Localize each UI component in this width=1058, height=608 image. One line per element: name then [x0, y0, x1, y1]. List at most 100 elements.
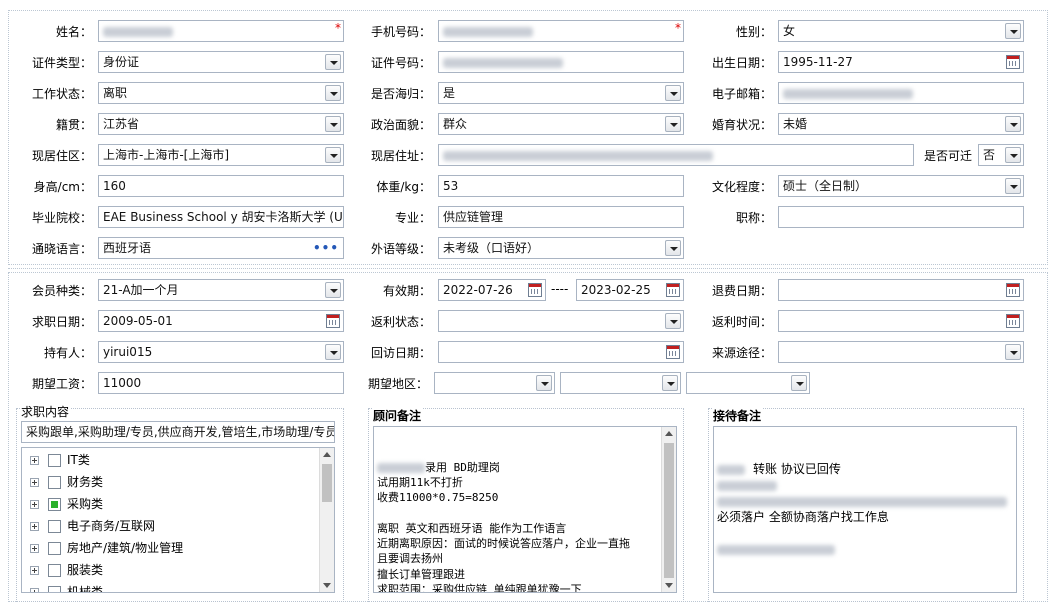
- chevron-down-icon[interactable]: [325, 147, 341, 163]
- checkbox[interactable]: [48, 520, 61, 533]
- work-status-select[interactable]: 离职: [98, 82, 344, 104]
- migratable-label: 是否可迁: [924, 149, 973, 163]
- refund-date-input[interactable]: [778, 279, 1024, 301]
- title-input[interactable]: [778, 206, 1024, 228]
- expand-icon[interactable]: [30, 500, 39, 509]
- political-label: 政治面貌：: [370, 118, 431, 132]
- calendar-icon[interactable]: [1006, 55, 1020, 69]
- checkbox[interactable]: [48, 476, 61, 489]
- note-line: 求职范围：采购供应链 单纯跟单犹豫一下: [377, 582, 582, 593]
- education-select[interactable]: 硕士（全日制）: [778, 175, 1024, 197]
- scroll-thumb[interactable]: [322, 464, 332, 502]
- chevron-down-icon[interactable]: [665, 85, 681, 101]
- school-input[interactable]: EAE Business School y 胡安卡洛斯大学 (UR: [98, 206, 344, 228]
- advisor-notes-textarea[interactable]: 录用 BD助理岗 试用期11k不打折 收费11000*0.75=8250 离职 英文和…: [373, 426, 677, 593]
- native-place-select[interactable]: 江苏省: [98, 113, 344, 135]
- checkbox[interactable]: [48, 454, 61, 467]
- expand-icon[interactable]: [30, 566, 39, 575]
- note-line: [717, 493, 1013, 509]
- language-input[interactable]: 西班牙语 •••: [98, 237, 344, 259]
- chevron-down-icon[interactable]: [536, 375, 552, 391]
- reception-notes-textarea[interactable]: 转账 协议已回传 必须落户 全额协商落户找工作息: [713, 426, 1017, 593]
- checkbox[interactable]: [48, 542, 61, 555]
- calendar-icon[interactable]: [1006, 314, 1020, 328]
- job-seek-date-input[interactable]: 2009-05-01: [98, 310, 344, 332]
- expand-icon[interactable]: [30, 456, 39, 465]
- major-input[interactable]: 供应链管理: [438, 206, 684, 228]
- birth-date-input[interactable]: 1995-11-27: [778, 51, 1024, 73]
- work-status-label: 工作状态：: [31, 87, 92, 101]
- chevron-down-icon[interactable]: [325, 344, 341, 360]
- returnee-select[interactable]: 是: [438, 82, 684, 104]
- name-input[interactable]: *: [98, 20, 344, 42]
- source-select[interactable]: [778, 341, 1024, 363]
- weight-input[interactable]: 53: [438, 175, 684, 197]
- marital-select[interactable]: 未婚: [778, 113, 1024, 135]
- holder-label: 持有人：: [43, 346, 92, 360]
- foreign-level-select[interactable]: 未考级（口语好）: [438, 237, 684, 259]
- chevron-down-icon[interactable]: [662, 375, 678, 391]
- visit-date-input[interactable]: [438, 341, 684, 363]
- scroll-down-icon[interactable]: [323, 583, 331, 588]
- checkbox[interactable]: [48, 586, 61, 592]
- rebate-time-input[interactable]: [778, 310, 1024, 332]
- scroll-down-icon[interactable]: [665, 583, 673, 588]
- expected-area-city-select[interactable]: [560, 372, 681, 394]
- scroll-thumb[interactable]: [664, 443, 674, 578]
- height-input[interactable]: 160: [98, 175, 344, 197]
- political-select[interactable]: 群众: [438, 113, 684, 135]
- height-label: 身高/cm：: [33, 180, 92, 194]
- expand-icon[interactable]: [30, 588, 39, 592]
- gender-select[interactable]: 女: [778, 20, 1024, 42]
- id-type-select[interactable]: 身份证: [98, 51, 344, 73]
- expand-icon[interactable]: [30, 478, 39, 487]
- chevron-down-icon[interactable]: [1005, 116, 1021, 132]
- rebate-status-select[interactable]: [438, 310, 684, 332]
- tree-item-label: 采购类: [67, 497, 104, 511]
- note-line: 擅长订单管理跟进: [377, 567, 465, 581]
- chevron-down-icon[interactable]: [1005, 23, 1021, 39]
- chevron-down-icon[interactable]: [665, 240, 681, 256]
- chevron-down-icon[interactable]: [1005, 147, 1021, 163]
- calendar-icon[interactable]: [1006, 283, 1020, 297]
- expected-salary-input[interactable]: 11000: [98, 372, 344, 394]
- address-input[interactable]: [438, 144, 914, 166]
- checkbox[interactable]: [48, 498, 61, 511]
- chevron-down-icon[interactable]: [325, 54, 341, 70]
- id-number-input[interactable]: [438, 51, 684, 73]
- chevron-down-icon[interactable]: [325, 85, 341, 101]
- expected-area-province-select[interactable]: [434, 372, 555, 394]
- expand-icon[interactable]: [30, 522, 39, 531]
- chevron-down-icon[interactable]: [1005, 178, 1021, 194]
- chevron-down-icon[interactable]: [665, 116, 681, 132]
- chevron-down-icon[interactable]: [791, 375, 807, 391]
- chevron-down-icon[interactable]: [665, 313, 681, 329]
- calendar-icon[interactable]: [326, 314, 340, 328]
- note-line: 试用期11k不打折: [377, 475, 463, 489]
- chevron-down-icon[interactable]: [1005, 344, 1021, 360]
- member-type-select[interactable]: 21-A加一个月: [98, 279, 344, 301]
- chevron-down-icon[interactable]: [325, 282, 341, 298]
- source-label: 来源途径：: [711, 346, 772, 360]
- holder-select[interactable]: yirui015: [98, 341, 344, 363]
- chevron-down-icon[interactable]: [325, 116, 341, 132]
- job-content-summary-input[interactable]: 采购跟单,采购助理/专员,供应商开发,管培生,市场助理/专员: [21, 421, 335, 443]
- valid-start-input[interactable]: 2022-07-26: [438, 279, 546, 301]
- tree-scrollbar[interactable]: [319, 448, 334, 592]
- expected-area-district-select[interactable]: [686, 372, 810, 394]
- scroll-up-icon[interactable]: [323, 452, 331, 457]
- phone-input[interactable]: *: [438, 20, 684, 42]
- scroll-up-icon[interactable]: [665, 431, 673, 436]
- note-line: 录用 BD助理岗: [377, 460, 673, 475]
- calendar-icon[interactable]: [666, 283, 680, 297]
- valid-end-input[interactable]: 2023-02-25: [576, 279, 684, 301]
- calendar-icon[interactable]: [528, 283, 542, 297]
- migratable-select[interactable]: 否: [978, 144, 1024, 166]
- more-icon[interactable]: •••: [313, 238, 339, 258]
- email-input[interactable]: [778, 82, 1024, 104]
- residence-area-select[interactable]: 上海市-上海市-[上海市]: [98, 144, 344, 166]
- advisor-notes-scrollbar[interactable]: [661, 427, 676, 592]
- expand-icon[interactable]: [30, 544, 39, 553]
- checkbox[interactable]: [48, 564, 61, 577]
- calendar-icon[interactable]: [666, 345, 680, 359]
